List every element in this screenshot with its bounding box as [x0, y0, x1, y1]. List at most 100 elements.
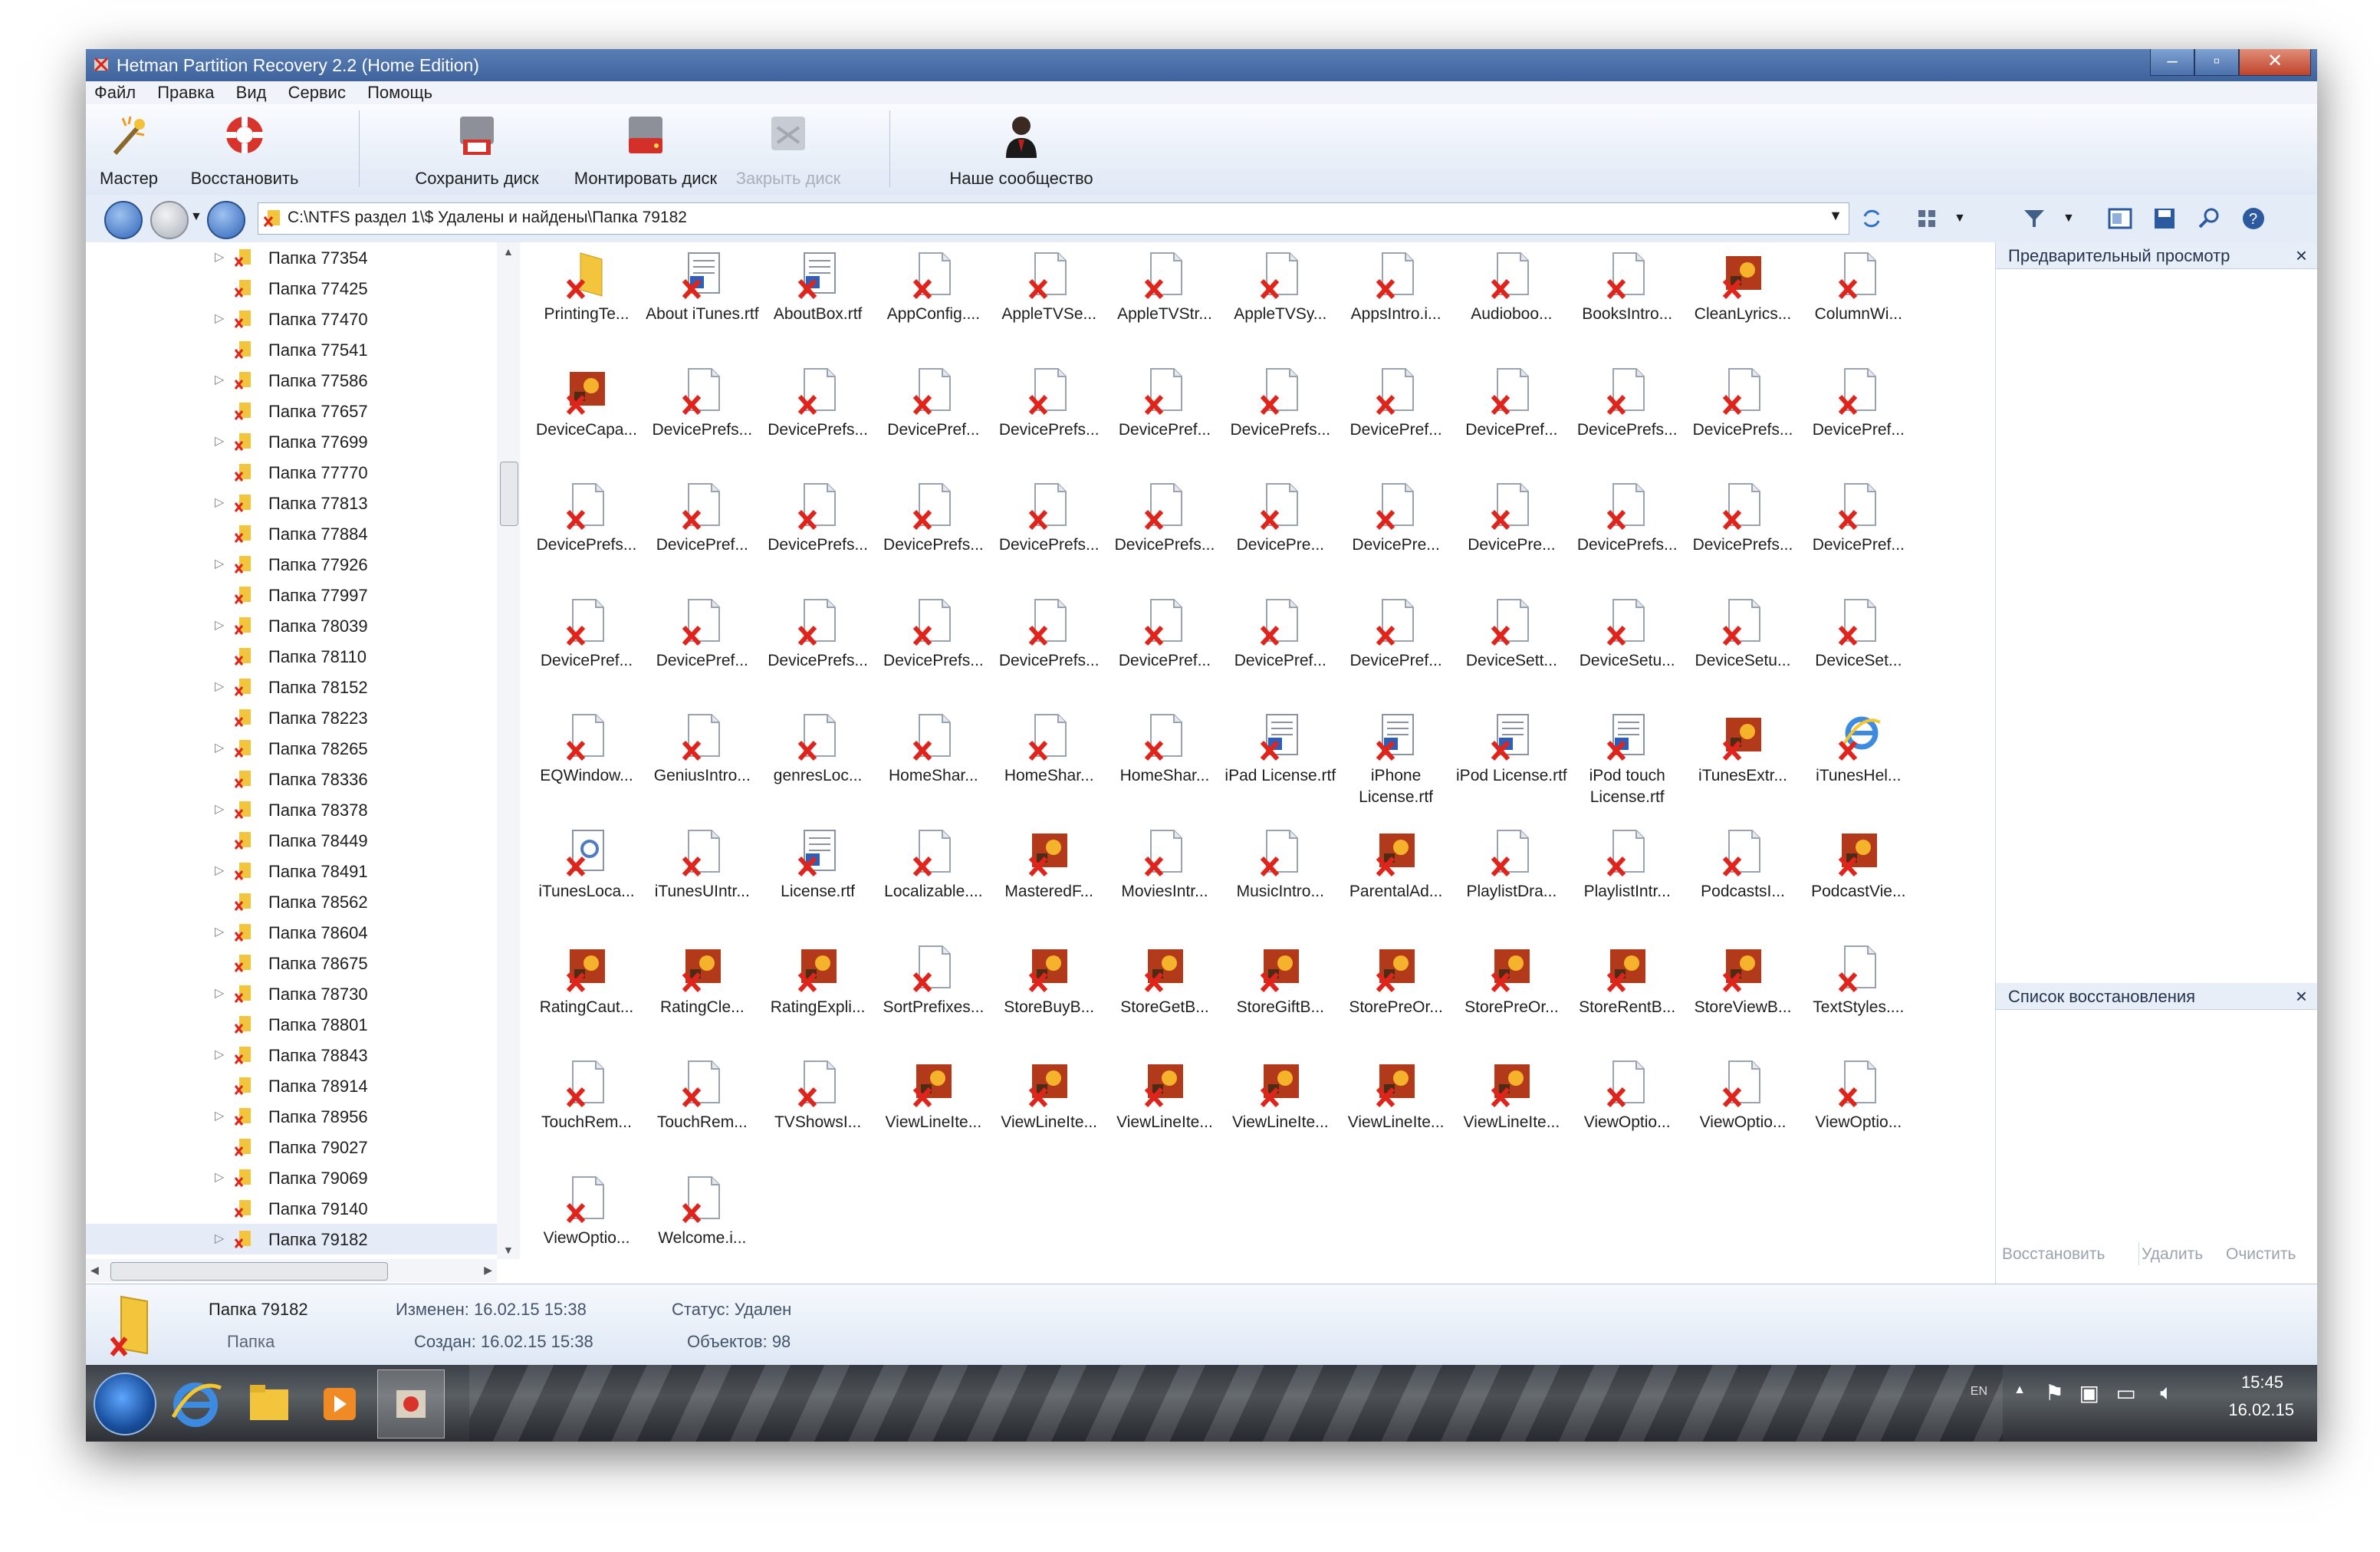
- file-item[interactable]: EQWindow...: [529, 712, 644, 825]
- tree-item[interactable]: ▷ Папка 78956: [86, 1101, 497, 1132]
- file-item[interactable]: Welcome.i...: [645, 1174, 760, 1284]
- file-item[interactable]: iPhone License.rtf: [1339, 712, 1454, 825]
- file-item[interactable]: AppleTVSe...: [991, 250, 1106, 363]
- tree-item[interactable]: Папка 78675: [86, 948, 497, 978]
- start-button[interactable]: [94, 1373, 156, 1435]
- file-item[interactable]: PodcastsI...: [1685, 827, 1800, 941]
- tree-item[interactable]: ▷ Папка 78039: [86, 610, 497, 641]
- file-item[interactable]: DevicePref...: [1107, 597, 1222, 710]
- scroll-right-icon[interactable]: ▶: [484, 1264, 492, 1277]
- tree-item[interactable]: Папка 77657: [86, 396, 497, 426]
- file-item[interactable]: DevicePref...: [1801, 481, 1916, 594]
- file-item[interactable]: RatingCle...: [645, 943, 760, 1057]
- tree-item[interactable]: Папка 78336: [86, 764, 497, 794]
- file-item[interactable]: StorePreOr...: [1454, 943, 1569, 1057]
- file-item[interactable]: DevicePref...: [529, 597, 644, 710]
- power-icon[interactable]: ▣: [2079, 1380, 2099, 1406]
- file-item[interactable]: DevicePre...: [1223, 481, 1338, 594]
- file-item[interactable]: RatingCaut...: [529, 943, 644, 1057]
- taskbar-ie[interactable]: [163, 1370, 228, 1437]
- tree-item[interactable]: ▷ Папка 78843: [86, 1040, 497, 1070]
- file-item[interactable]: DevicePrefs...: [645, 366, 760, 479]
- show-hidden-icons-icon[interactable]: ▲: [2013, 1383, 2026, 1397]
- tree-vertical-scrollbar[interactable]: ▲ ▼: [497, 242, 520, 1259]
- clock-date[interactable]: 16.02.15: [2228, 1400, 2294, 1420]
- file-item[interactable]: PodcastVie...: [1801, 827, 1916, 941]
- forward-button[interactable]: [150, 201, 189, 239]
- tree-item[interactable]: Папка 78801: [86, 1009, 497, 1040]
- taskbar-media-player[interactable]: [307, 1370, 373, 1437]
- file-item[interactable]: DevicePref...: [876, 366, 991, 479]
- file-item[interactable]: RatingExpli...: [761, 943, 876, 1057]
- file-item[interactable]: DevicePrefs...: [1223, 366, 1338, 479]
- menu-edit[interactable]: Правка: [149, 81, 222, 104]
- file-item[interactable]: DeviceCapa...: [529, 366, 644, 479]
- file-item[interactable]: PlaylistDra...: [1454, 827, 1569, 941]
- history-dropdown-icon[interactable]: ▼: [190, 210, 202, 224]
- expand-arrow-icon[interactable]: ▷: [215, 556, 224, 571]
- scroll-up-icon[interactable]: ▲: [503, 245, 514, 258]
- tree-item[interactable]: ▷ Папка 78265: [86, 733, 497, 764]
- tree-item[interactable]: ▷ Папка 77813: [86, 488, 497, 518]
- file-item[interactable]: DevicePrefs...: [1570, 366, 1685, 479]
- save-disk-button[interactable]: Сохранить диск: [400, 112, 554, 189]
- tree-item[interactable]: Папка 77770: [86, 457, 497, 488]
- file-item[interactable]: DeviceSetu...: [1570, 597, 1685, 710]
- tree-item[interactable]: Папка 78562: [86, 886, 497, 917]
- preview-pane-icon[interactable]: [2107, 206, 2133, 232]
- file-item[interactable]: AboutBox.rtf: [761, 250, 876, 363]
- tree-horizontal-scrollbar[interactable]: ◀ ▶: [86, 1259, 497, 1282]
- network-icon[interactable]: ▭: [2116, 1380, 2136, 1406]
- back-button[interactable]: [104, 201, 143, 239]
- scroll-left-icon[interactable]: ◀: [90, 1264, 99, 1277]
- file-item[interactable]: StoreGetB...: [1107, 943, 1222, 1057]
- scroll-down-icon[interactable]: ▼: [503, 1244, 514, 1256]
- tree-item[interactable]: ▷ Папка 77586: [86, 365, 497, 396]
- file-item[interactable]: DevicePrefs...: [529, 481, 644, 594]
- minimize-button[interactable]: –: [2150, 49, 2194, 76]
- tree-item[interactable]: Папка 78110: [86, 641, 497, 672]
- file-item[interactable]: DevicePrefs...: [761, 481, 876, 594]
- file-item[interactable]: iTunesExtr...: [1685, 712, 1800, 825]
- file-item[interactable]: AppleTVSy...: [1223, 250, 1338, 363]
- tree-item[interactable]: ▷ Папка 78152: [86, 672, 497, 702]
- expand-arrow-icon[interactable]: ▷: [215, 311, 224, 326]
- file-item[interactable]: DevicePref...: [1223, 597, 1338, 710]
- file-item[interactable]: ViewLineIte...: [1339, 1058, 1454, 1172]
- file-item[interactable]: iPod touch License.rtf: [1570, 712, 1685, 825]
- expand-arrow-icon[interactable]: ▷: [215, 433, 224, 449]
- expand-arrow-icon[interactable]: ▷: [215, 1047, 224, 1062]
- file-item[interactable]: ViewLineIte...: [876, 1058, 991, 1172]
- volume-icon[interactable]: 🔈︎: [2160, 1380, 2173, 1406]
- expand-arrow-icon[interactable]: ▷: [215, 985, 224, 1001]
- expand-arrow-icon[interactable]: ▷: [215, 801, 224, 817]
- file-item[interactable]: StoreViewB...: [1685, 943, 1800, 1057]
- file-item[interactable]: iTunesUIntr...: [645, 827, 760, 941]
- tree-item[interactable]: ▷ Папка 78730: [86, 978, 497, 1009]
- file-item[interactable]: DevicePrefs...: [876, 481, 991, 594]
- file-item[interactable]: iPad License.rtf: [1223, 712, 1338, 825]
- file-item[interactable]: iPod License.rtf: [1454, 712, 1569, 825]
- file-item[interactable]: genresLoc...: [761, 712, 876, 825]
- up-button[interactable]: [207, 201, 245, 239]
- file-item[interactable]: Localizable....: [876, 827, 991, 941]
- mount-disk-button[interactable]: Монтировать диск: [554, 112, 738, 189]
- close-icon[interactable]: ×: [2296, 985, 2307, 1008]
- file-item[interactable]: DevicePrefs...: [761, 366, 876, 479]
- view-mode-icon[interactable]: [1914, 206, 1940, 232]
- file-item[interactable]: ViewLineIte...: [1107, 1058, 1222, 1172]
- expand-arrow-icon[interactable]: ▷: [215, 617, 224, 633]
- taskbar-explorer[interactable]: [236, 1370, 302, 1437]
- community-button[interactable]: Наше сообщество: [922, 112, 1121, 189]
- file-item[interactable]: HomeShar...: [876, 712, 991, 825]
- save-icon[interactable]: [2152, 206, 2178, 232]
- file-item[interactable]: About iTunes.rtf: [645, 250, 760, 363]
- restore-list-restore-button[interactable]: Восстановить: [2002, 1245, 2105, 1264]
- menu-file[interactable]: Файл: [86, 81, 144, 104]
- file-item[interactable]: PlaylistIntr...: [1570, 827, 1685, 941]
- tree-item[interactable]: ▷ Папка 77470: [86, 304, 497, 334]
- clock-time[interactable]: 15:45: [2241, 1373, 2283, 1393]
- file-item[interactable]: TVShowsI...: [761, 1058, 876, 1172]
- close-button[interactable]: ✕: [2239, 49, 2311, 76]
- file-item[interactable]: ViewOptio...: [1801, 1058, 1916, 1172]
